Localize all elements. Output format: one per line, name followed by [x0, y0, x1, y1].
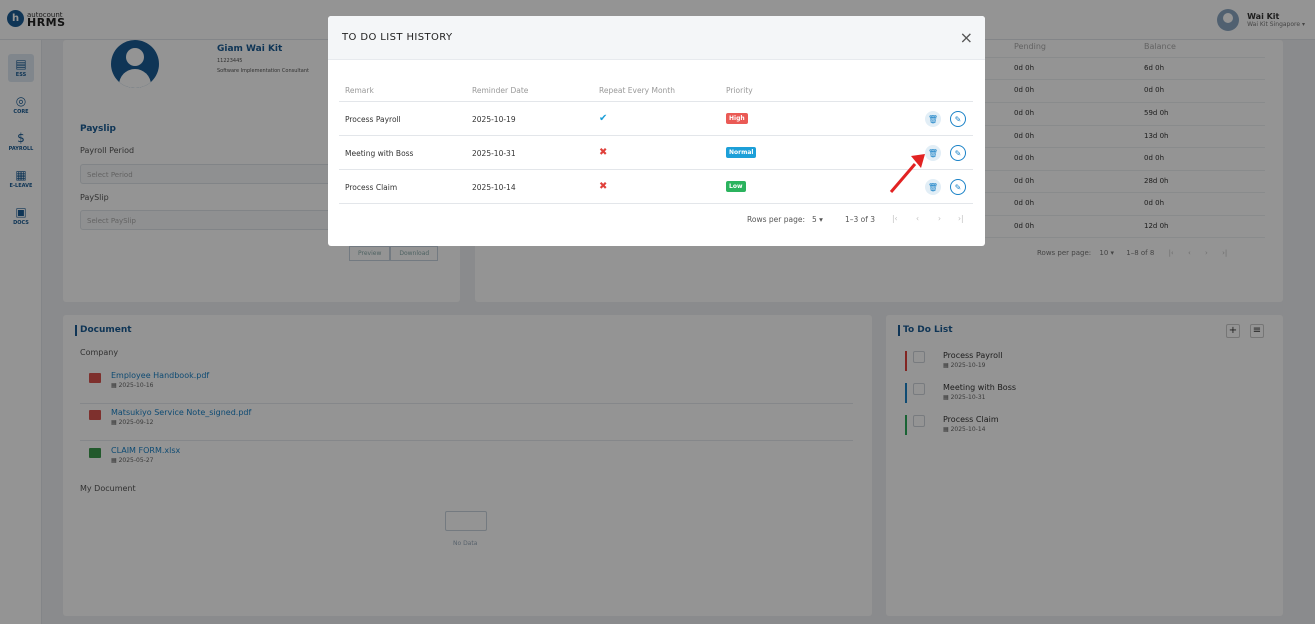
col-reminder-date: Reminder Date	[472, 86, 529, 95]
next-page-icon[interactable]: ›	[938, 214, 941, 223]
remark-cell: Process Claim	[345, 183, 398, 192]
priority-badge: Normal	[726, 147, 757, 158]
chevron-down-icon: ▾	[819, 215, 823, 224]
modal-title: TO DO LIST HISTORY	[342, 32, 453, 43]
col-remark: Remark	[345, 86, 374, 95]
pencil-icon: ✎	[954, 148, 962, 158]
pencil-icon: ✎	[954, 114, 962, 124]
rows-per-page-select[interactable]: 5 ▾	[812, 215, 823, 224]
cross-icon: ✖	[599, 147, 608, 158]
col-priority: Priority	[726, 86, 753, 95]
annotation-arrow	[889, 154, 925, 193]
edit-button[interactable]: ✎	[950, 179, 966, 195]
todo-history-modal: TO DO LIST HISTORY × Remark Reminder Dat…	[328, 16, 985, 246]
close-icon[interactable]: ×	[960, 28, 973, 47]
rows-per-page-label: Rows per page:	[747, 215, 805, 224]
remark-cell: Meeting with Boss	[345, 149, 414, 158]
last-page-icon[interactable]: ›|	[958, 214, 964, 223]
col-repeat: Repeat Every Month	[599, 86, 675, 95]
cross-icon: ✖	[599, 181, 608, 192]
date-cell: 2025-10-19	[472, 115, 516, 124]
edit-button[interactable]: ✎	[950, 145, 966, 161]
table-row: Process Payroll 2025-10-19 ✔ High 🗑 ✎	[339, 102, 973, 136]
remark-cell: Process Payroll	[345, 115, 401, 124]
pencil-icon: ✎	[954, 182, 962, 192]
table-row: Meeting with Boss 2025-10-31 ✖ Normal 🗑 …	[339, 136, 973, 170]
date-cell: 2025-10-14	[472, 183, 516, 192]
edit-button[interactable]: ✎	[950, 111, 966, 127]
trash-icon: 🗑	[927, 114, 939, 124]
first-page-icon[interactable]: |‹	[892, 214, 898, 223]
date-cell: 2025-10-31	[472, 149, 516, 158]
table-row: Process Claim 2025-10-14 ✖ Low 🗑 ✎	[339, 170, 973, 204]
modal-pagination: Rows per page: 5 ▾ 1–3 of 3 |‹ ‹ › ›|	[339, 208, 973, 232]
page-range: 1–3 of 3	[845, 215, 876, 224]
todo-history-table: Remark Reminder Date Repeat Every Month …	[339, 78, 973, 204]
priority-badge: High	[726, 113, 748, 124]
priority-badge: Low	[726, 181, 746, 192]
modal-header: TO DO LIST HISTORY ×	[328, 16, 985, 60]
delete-button[interactable]: 🗑	[925, 111, 941, 127]
check-icon: ✔	[599, 113, 608, 124]
prev-page-icon[interactable]: ‹	[916, 214, 919, 223]
table-header: Remark Reminder Date Repeat Every Month …	[339, 78, 973, 102]
